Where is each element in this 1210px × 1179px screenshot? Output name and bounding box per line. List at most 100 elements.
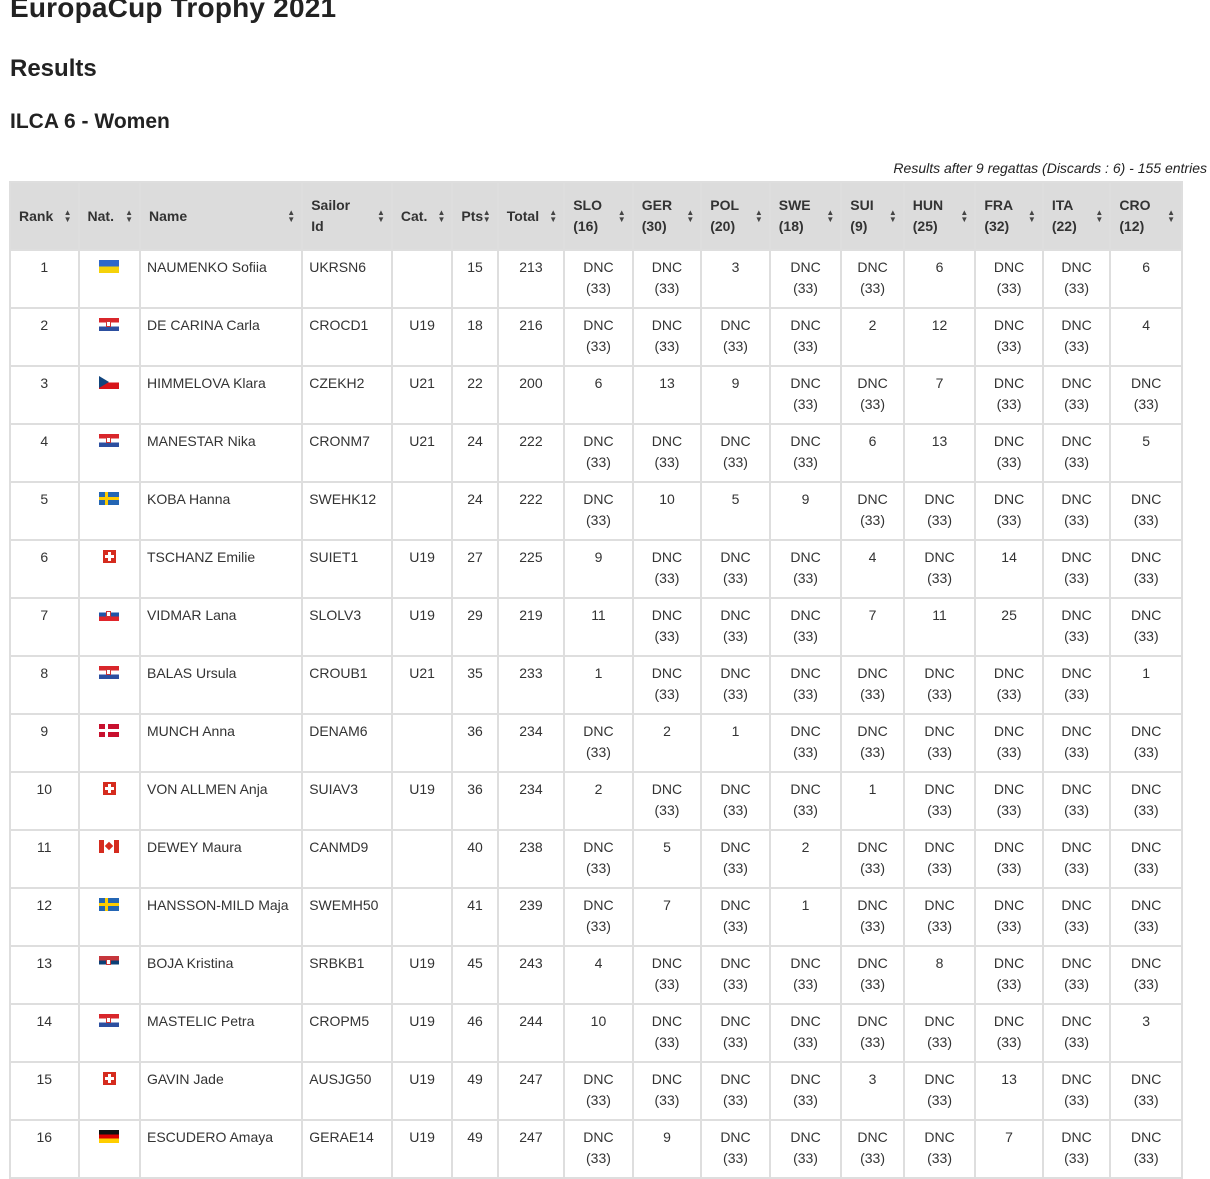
column-header[interactable]: SWE (18) ▲ ▼ [768,181,843,251]
sort-icon[interactable]: ▲ ▼ [483,209,491,224]
race-result-cell: DNC (33) [902,713,977,773]
sort-icon[interactable]: ▲ ▼ [889,209,897,224]
name-cell: HANSSON-MILD Maja [138,887,304,947]
column-header[interactable]: GER (30) ▲ ▼ [631,181,703,251]
nation-cell [77,597,141,657]
column-header-label: SLO (16) [573,197,602,234]
column-header[interactable]: Rank ▲ ▼ [9,181,80,251]
sort-icon[interactable]: ▲ ▼ [618,209,626,224]
race-result-cell: 9 [700,365,771,425]
race-result-cell: 10 [631,481,703,541]
race-result-cell: DNC (33) [768,365,843,425]
race-result: DNC [1061,955,1092,971]
race-result-cell: DNC (33) [563,423,634,483]
race-result-cell: DNC (33) [1041,597,1112,657]
table-row: 4 MANESTAR Nika CRONM7 U21 24 222 DNC (33) DNC (3… [9,423,1183,483]
column-header[interactable]: Name ▲ ▼ [138,181,304,251]
sort-icon[interactable]: ▲ ▼ [1028,209,1036,224]
flag-icon [99,666,120,679]
race-result-cell: DNC (33) [768,539,843,599]
race-result: DNC [790,1013,821,1029]
sort-icon[interactable]: ▲ ▼ [437,209,445,224]
race-result-cell: DNC (33) [563,249,634,309]
race-result: 2 [801,839,810,855]
sort-icon[interactable]: ▲ ▼ [1167,209,1175,224]
sort-icon[interactable]: ▲ ▼ [377,209,385,224]
sort-icon[interactable]: ▲ ▼ [960,209,968,224]
category-cell [390,887,454,947]
race-result-cell: DNC (33) [1041,365,1112,425]
flag-icon [102,782,116,795]
total-cell: 216 [496,307,566,367]
category-cell: U19 [390,539,454,599]
race-result-cell: 12 [902,307,977,367]
sort-icon[interactable]: ▲ ▼ [287,209,295,224]
total-cell: 219 [496,597,566,657]
race-result-cell: DNC (33) [563,481,634,541]
race-result: 7 [935,375,944,391]
race-result: 2 [594,781,603,797]
race-result: DNC [583,259,614,275]
column-header[interactable]: Cat. ▲ ▼ [390,181,454,251]
race-result-cell: DNC (33) [840,1003,905,1063]
column-header[interactable]: Total ▲ ▼ [496,181,566,251]
sort-icon[interactable]: ▲ ▼ [1095,209,1103,224]
race-result-cell: 13 [974,1061,1044,1121]
flag-icon [99,376,120,389]
race-result: 9 [663,1129,671,1145]
race-result-cell: DNC (33) [974,1003,1044,1063]
column-header[interactable]: SUI (9) ▲ ▼ [840,181,905,251]
total-cell: 238 [496,829,566,889]
column-header[interactable]: Pts ▲ ▼ [451,181,499,251]
rank-cell: 2 [9,307,80,367]
race-result-cell: DNC (33) [1109,597,1183,657]
nation-cell [77,713,141,773]
race-result-cell: 9 [563,539,634,599]
race-result: DNC [1061,839,1092,855]
sort-icon[interactable]: ▲ ▼ [549,209,557,224]
sort-icon[interactable]: ▲ ▼ [125,209,133,224]
race-result: DNC [993,433,1025,449]
race-result: DNC [857,259,888,275]
column-header[interactable]: CRO (12) ▲ ▼ [1109,181,1183,251]
column-header[interactable]: POL (20) ▲ ▼ [700,181,771,251]
sort-icon[interactable]: ▲ ▼ [755,209,763,224]
race-score: (33) [793,1150,818,1166]
race-result: 2 [663,723,671,739]
column-header[interactable]: Nat. ▲ ▼ [77,181,141,251]
race-result: DNC [583,1071,614,1087]
race-result: DNC [1131,955,1162,971]
race-result: DNC [720,1129,751,1145]
race-result-cell: 6 [563,365,634,425]
race-score: (33) [1133,802,1159,818]
column-header-label: HUN (25) [912,197,944,234]
race-result-cell: 7 [974,1119,1044,1179]
race-score: (33) [723,338,748,354]
race-result: DNC [651,317,683,333]
table-row: 10 VON ALLMEN Anja SUIAV3 U19 36 234 2 DNC (33) D… [9,771,1183,831]
race-score: (33) [793,570,818,586]
race-result-cell: DNC (33) [840,1119,905,1179]
name-cell: BOJA Kristina [138,945,304,1005]
results-table: Rank ▲ ▼ Nat. ▲ ▼ Name ▲ ▼ Sailor Id ▲ ▼ Cat. ▲ ▼ Pts ▲ ▼… [9,181,1183,1179]
race-result: DNC [790,1129,821,1145]
race-result-cell: DNC (33) [700,887,771,947]
race-result: DNC [1061,549,1092,565]
sort-icon[interactable]: ▲ ▼ [64,209,72,224]
column-header[interactable]: Sailor Id ▲ ▼ [301,181,393,251]
column-header[interactable]: HUN (25) ▲ ▼ [902,181,977,251]
race-result-cell: DNC (33) [631,1003,703,1063]
column-header[interactable]: FRA (32) ▲ ▼ [974,181,1044,251]
rank-cell: 9 [9,713,80,773]
race-score: (33) [723,686,748,702]
column-header-label: Sailor Id [311,197,351,234]
column-header[interactable]: ITA (22) ▲ ▼ [1041,181,1112,251]
nation-cell [77,829,141,889]
race-result: DNC [857,897,888,913]
sort-icon[interactable]: ▲ ▼ [826,209,834,224]
race-result: DNC [720,317,751,333]
sort-icon[interactable]: ▲ ▼ [686,209,694,224]
column-header[interactable]: SLO (16) ▲ ▼ [563,181,634,251]
points-cell: 40 [451,829,499,889]
race-score: (33) [1133,512,1159,528]
